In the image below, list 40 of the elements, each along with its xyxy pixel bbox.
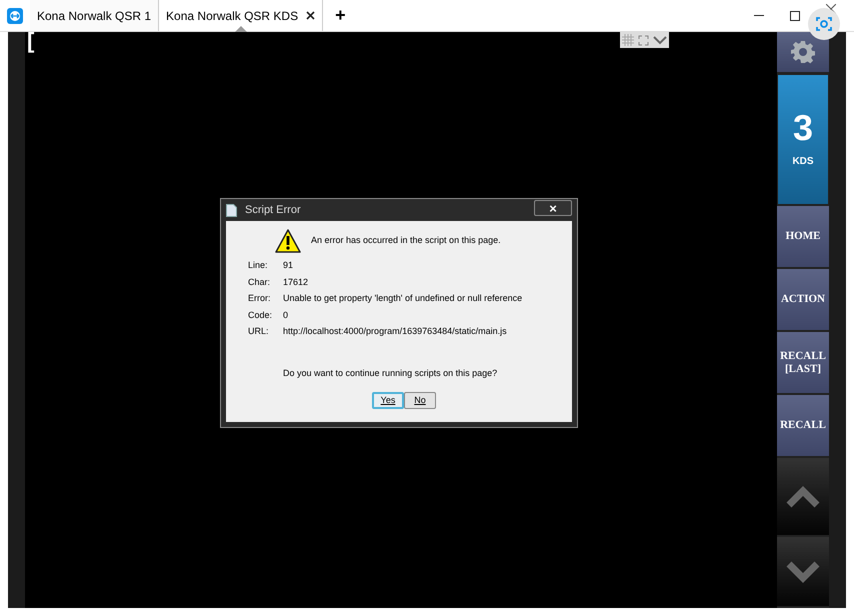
chevron-down-icon[interactable]: [653, 36, 667, 44]
detail-label: Code:: [248, 308, 274, 322]
scroll-up-button[interactable]: [777, 458, 829, 537]
detail-value: 17612: [283, 276, 308, 288]
sidebar-button[interactable]: HOME: [777, 206, 829, 269]
fullscreen-icon[interactable]: [638, 34, 649, 46]
detail-label: Line:: [248, 259, 269, 272]
close-button[interactable]: ×: [534, 200, 572, 216]
dialog-button[interactable]: Yes: [372, 392, 404, 409]
detail-value: 91: [283, 259, 294, 272]
sidebar-button[interactable]: RECALL [LAST]: [777, 332, 829, 395]
sidebar-button[interactable]: RECALL: [777, 395, 829, 458]
screen-number: 3: [792, 110, 814, 146]
warning-icon: [275, 229, 301, 253]
gear-icon: [791, 40, 815, 64]
chevron-up-icon: [785, 486, 821, 508]
detail-value: Unable to get property 'length' of undefined or null reference: [283, 292, 522, 305]
chevron-down-icon: [785, 560, 821, 582]
sidebar-button[interactable]: ACTION: [777, 269, 829, 332]
scroll-down-button[interactable]: [777, 537, 829, 608]
screen-label: KDS: [792, 155, 814, 169]
detail-label: Char:: [248, 276, 272, 288]
continue-question: Do you want to continue running scripts on this page?: [283, 366, 498, 380]
tab[interactable]: Kona Norwalk QSR 1: [30, 0, 160, 31]
detail-value: 0: [283, 308, 288, 322]
error-message: An error has occurred in the script on this page.: [311, 234, 501, 248]
settings-button[interactable]: [777, 32, 829, 74]
dialog-button[interactable]: No: [404, 392, 436, 409]
cursor-bracket: [: [27, 30, 34, 52]
kds-screen-button[interactable]: 3 KDS: [777, 74, 829, 206]
detail-label: Error:: [248, 292, 272, 305]
document-icon: [226, 204, 237, 216]
new-tab-button[interactable]: +: [323, 0, 358, 31]
detail-label: URL:: [248, 325, 270, 338]
maximize-icon[interactable]: [790, 10, 800, 20]
dialog-title: Script Error: [245, 202, 301, 218]
detail-value: http://localhost:4000/program/1639763484/static/main.js: [283, 325, 507, 338]
app-logo-icon: [7, 8, 23, 24]
minimize-icon[interactable]: [754, 14, 764, 16]
screenshot-icon[interactable]: [808, 8, 840, 40]
